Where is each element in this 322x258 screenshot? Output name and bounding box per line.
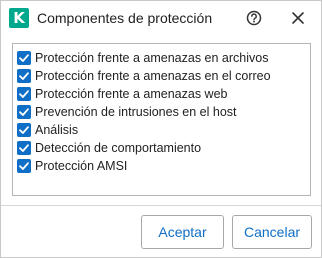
- checkbox-checked-icon[interactable]: [17, 69, 31, 83]
- accept-button[interactable]: Aceptar: [141, 215, 224, 249]
- component-item-host-intrusion-prevention[interactable]: Prevención de intrusiones en el host: [16, 103, 306, 121]
- component-item-amsi-protection[interactable]: Protección AMSI: [16, 157, 306, 175]
- component-label: Protección AMSI: [35, 159, 128, 173]
- close-icon[interactable]: [285, 6, 311, 32]
- title-bar: K Componentes de protección: [1, 1, 321, 37]
- checkbox-checked-icon[interactable]: [17, 105, 31, 119]
- cancel-button[interactable]: Cancelar: [232, 215, 312, 249]
- component-label: Análisis: [35, 123, 79, 137]
- component-label: Detección de comportamiento: [35, 141, 202, 155]
- component-label: Protección frente a amenazas en archivos: [35, 51, 269, 65]
- component-item-scan[interactable]: Análisis: [16, 121, 306, 139]
- component-item-behavior-detection[interactable]: Detección de comportamiento: [16, 139, 306, 157]
- component-item-mail-threat-protection[interactable]: Protección frente a amenazas en el corre…: [16, 67, 306, 85]
- component-item-file-threat-protection[interactable]: Protección frente a amenazas en archivos: [16, 49, 306, 67]
- dialog-title: Componentes de protección: [37, 10, 213, 26]
- component-label: Protección frente a amenazas en el corre…: [35, 69, 271, 83]
- footer-divider: [1, 205, 321, 206]
- component-label: Prevención de intrusiones en el host: [35, 105, 237, 119]
- kaspersky-logo-icon: K: [9, 8, 29, 28]
- protection-components-dialog: K Componentes de protección Protección f…: [0, 0, 322, 258]
- help-icon[interactable]: [241, 6, 267, 32]
- checkbox-checked-icon[interactable]: [17, 123, 31, 137]
- checkbox-checked-icon[interactable]: [17, 87, 31, 101]
- component-item-web-threat-protection[interactable]: Protección frente a amenazas web: [16, 85, 306, 103]
- components-list: Protección frente a amenazas en archivos…: [12, 43, 311, 196]
- component-label: Protección frente a amenazas web: [35, 87, 228, 101]
- checkbox-checked-icon[interactable]: [17, 159, 31, 173]
- checkbox-checked-icon[interactable]: [17, 141, 31, 155]
- checkbox-checked-icon[interactable]: [17, 51, 31, 65]
